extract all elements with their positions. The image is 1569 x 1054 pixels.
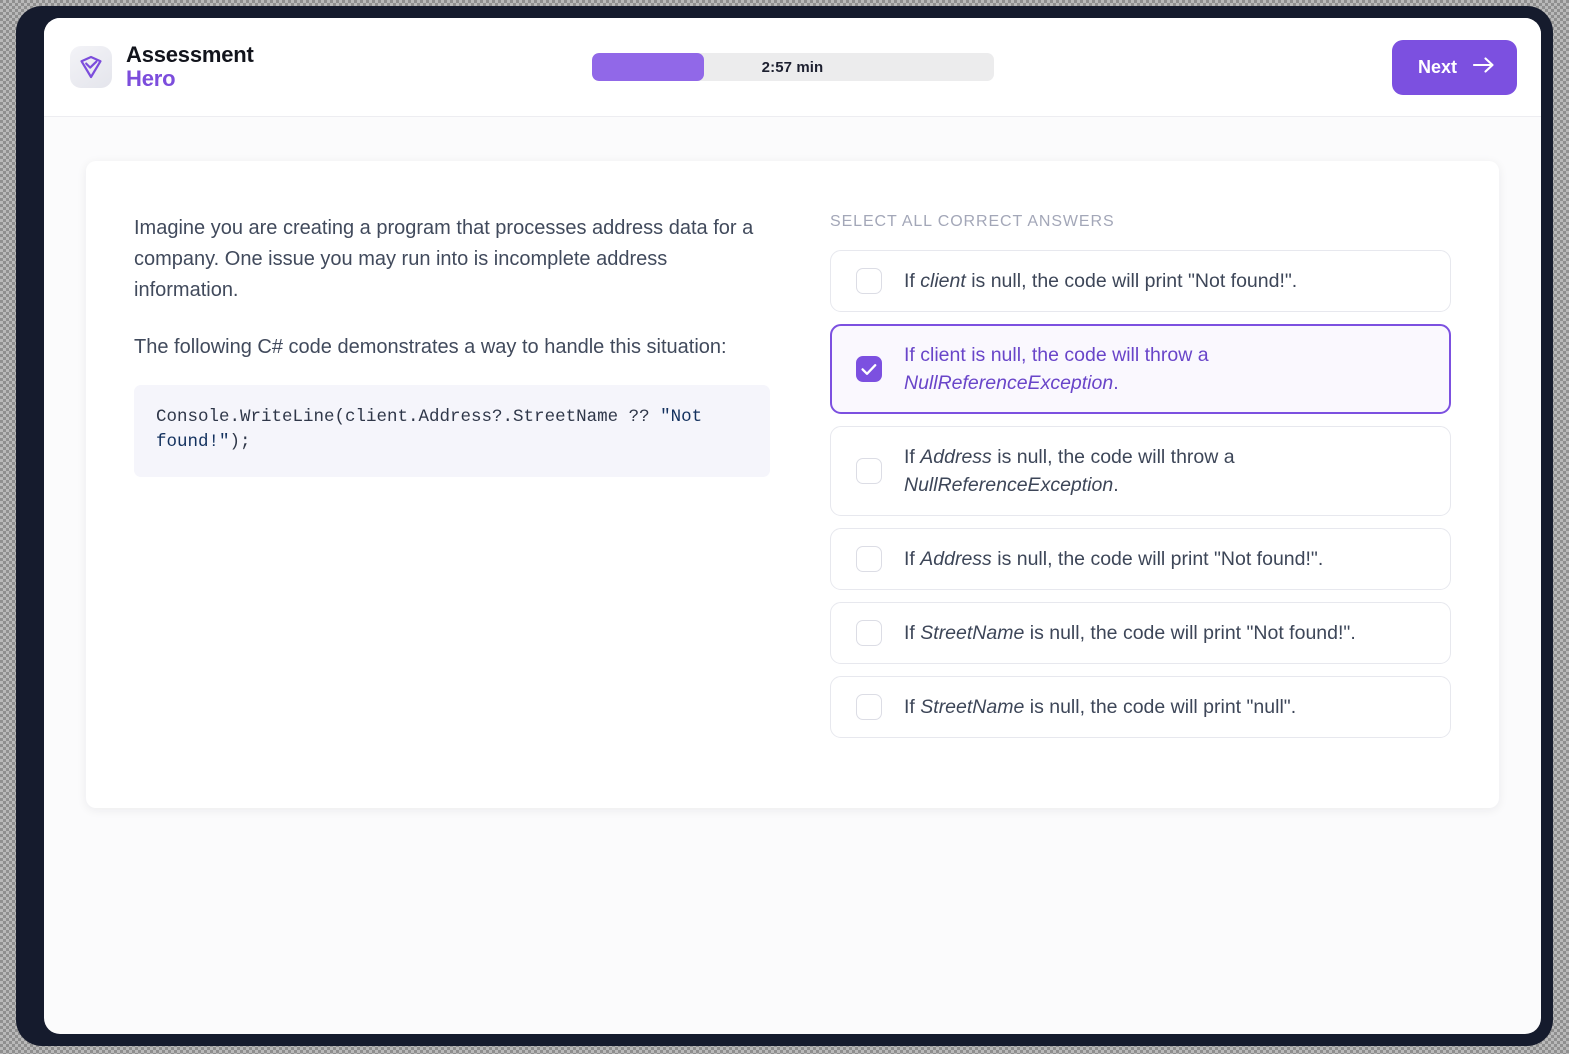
next-button-label: Next [1417,56,1457,77]
brand-logo: Assessment Hero [70,43,254,91]
answers-instruction: SELECT ALL CORRECT ANSWERS [830,213,1115,230]
answer-option[interactable]: If client is null, the code will throw a… [830,324,1451,414]
answer-option-label: If client is null, the code will throw a… [904,344,1209,394]
answer-option[interactable]: If StreetName is null, the code will pri… [830,676,1451,738]
question-pane: Imagine you are creating a program that … [134,213,770,750]
checkbox-unchecked[interactable] [856,620,882,646]
answer-option-label: If client is null, the code will print "… [904,270,1298,292]
app-header: Assessment Hero 2:57 min Next [44,18,1541,117]
answer-option[interactable]: If StreetName is null, the code will pri… [830,602,1451,664]
app-window-frame: Assessment Hero 2:57 min Next Imagine yo… [16,6,1553,1046]
answer-option[interactable]: If client is null, the code will print "… [830,250,1451,312]
code-snippet: Console.WriteLine(client.Address?.Street… [134,385,770,477]
next-button[interactable]: Next [1391,39,1517,95]
checkbox-checked[interactable] [856,356,882,382]
answer-option[interactable]: If Address is null, the code will throw … [830,426,1451,516]
brand-name-primary: Assessment [126,42,254,68]
answer-option-label: If Address is null, the code will print … [904,548,1324,570]
timer-fill [591,53,705,81]
checkbox-unchecked[interactable] [856,694,882,720]
checkbox-unchecked[interactable] [856,458,882,484]
code-part-1: Console.WriteLine(client.Address?.Street… [156,407,661,427]
arrow-right-icon [1472,56,1495,78]
answer-option-label: If StreetName is null, the code will pri… [904,696,1297,718]
answer-option[interactable]: If Address is null, the code will print … [830,528,1451,590]
brand-name-secondary: Hero [126,66,176,91]
timer-track: 2:57 min [591,53,994,81]
timer-label: 2:57 min [761,58,824,76]
shield-check-icon [70,46,112,88]
app-window: Assessment Hero 2:57 min Next Imagine yo… [44,18,1541,1034]
timer-progress: 2:57 min [591,53,994,81]
question-card: Imagine you are creating a program that … [86,161,1499,808]
brand-text: Assessment Hero [126,43,254,91]
question-paragraph-2: The following C# code demonstrates a way… [134,336,727,358]
checkbox-unchecked[interactable] [856,546,882,572]
question-paragraph-1: Imagine you are creating a program that … [134,217,754,301]
code-part-2: ); [229,432,251,452]
answers-pane: SELECT ALL CORRECT ANSWERS If client is … [830,213,1451,750]
answer-option-label: If StreetName is null, the code will pri… [904,622,1356,644]
answer-option-label: If Address is null, the code will throw … [904,446,1235,496]
content-area: Imagine you are creating a program that … [44,117,1541,808]
checkbox-unchecked[interactable] [856,268,882,294]
options-list: If client is null, the code will print "… [830,250,1451,738]
